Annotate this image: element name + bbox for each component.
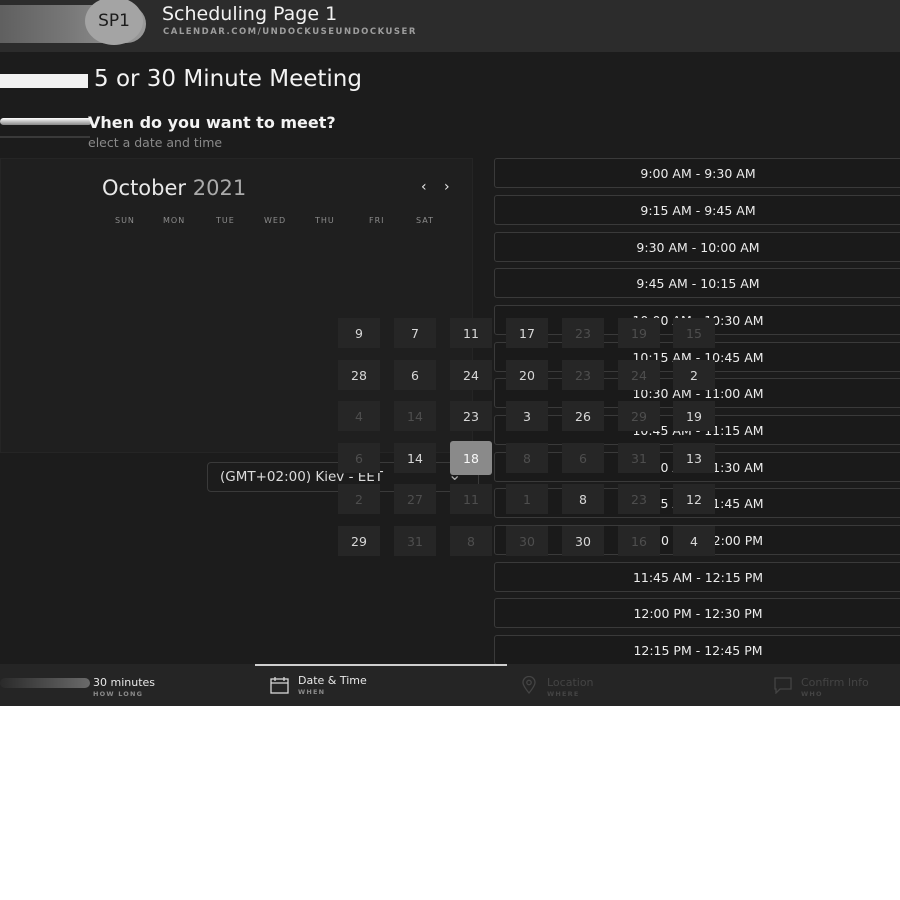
calendar-day[interactable]: 2 (338, 484, 380, 514)
when-subtitle: elect a date and time (88, 135, 223, 150)
tab-location-label: Location (547, 676, 594, 689)
weekday-label: FRI (369, 216, 385, 225)
time-slot-label: 9:15 AM - 9:45 AM (640, 203, 756, 218)
weekday-label: WED (264, 216, 287, 225)
calendar-day[interactable]: 6 (338, 443, 380, 473)
chevron-left-icon[interactable]: ‹ (421, 179, 427, 195)
calendar-day[interactable]: 12 (673, 484, 715, 514)
calendar-day-selected[interactable]: 18 (450, 441, 492, 475)
calendar-day[interactable]: 4 (338, 401, 380, 431)
weekday-label: THU (315, 216, 335, 225)
calendar-day[interactable]: 6 (562, 443, 604, 473)
calendar-day[interactable]: 29 (338, 526, 380, 556)
calendar-year: 2021 (192, 176, 247, 200)
calendar-day[interactable]: 15 (673, 318, 715, 348)
tab-confirm-label: Confirm Info (801, 676, 869, 689)
calendar-day[interactable]: 24 (450, 360, 492, 390)
calendar-month-label: October 2021 (102, 176, 246, 200)
calendar-day[interactable]: 9 (338, 318, 380, 348)
active-tab-indicator (255, 664, 507, 666)
calendar-day[interactable]: 8 (506, 443, 548, 473)
weekday-label: MON (163, 216, 186, 225)
calendar-day[interactable]: 19 (673, 401, 715, 431)
calendar-day[interactable]: 14 (394, 401, 436, 431)
calendar-day[interactable]: 30 (506, 526, 548, 556)
calendar-day[interactable]: 16 (618, 526, 660, 556)
subtitle-redaction-bar (0, 136, 90, 138)
calendar-day[interactable]: 11 (450, 484, 492, 514)
calendar-day[interactable]: 23 (562, 318, 604, 348)
chat-icon (774, 677, 792, 694)
calendar-day[interactable]: 2 (673, 360, 715, 390)
time-slot-label: 9:45 AM - 10:15 AM (636, 276, 760, 291)
time-slot[interactable]: 9:30 AM - 10:00 AM (494, 232, 900, 262)
calendar-day[interactable]: 19 (618, 318, 660, 348)
tab-redaction-bar (0, 678, 90, 688)
calendar-day[interactable]: 26 (562, 401, 604, 431)
calendar-icon (270, 677, 289, 694)
calendar-day[interactable]: 6 (394, 360, 436, 390)
calendar-day[interactable]: 29 (618, 401, 660, 431)
calendar-day[interactable]: 8 (450, 526, 492, 556)
calendar-day[interactable]: 30 (562, 526, 604, 556)
calendar-day[interactable]: 13 (673, 443, 715, 473)
tab-duration-sublabel: HOW LONG (93, 690, 144, 698)
calendar-day[interactable]: 8 (562, 484, 604, 514)
calendar-day[interactable]: 4 (673, 526, 715, 556)
time-slot-label: 9:30 AM - 10:00 AM (636, 240, 760, 255)
calendar-day[interactable]: 24 (618, 360, 660, 390)
calendar-day[interactable]: 28 (338, 360, 380, 390)
calendar-day[interactable]: 31 (618, 443, 660, 473)
calendar-day[interactable]: 23 (450, 401, 492, 431)
location-pin-icon (522, 676, 536, 694)
page-title: Scheduling Page 1 (162, 3, 338, 25)
chevron-right-icon[interactable]: › (444, 179, 450, 195)
calendar-day[interactable]: 23 (562, 360, 604, 390)
weekday-label: SAT (416, 216, 434, 225)
calendar-month: October (102, 176, 187, 200)
title-redaction-bar (0, 74, 88, 88)
calendar-day[interactable]: 17 (506, 318, 548, 348)
tab-location-sublabel: WHERE (547, 690, 580, 698)
time-slot[interactable]: 9:00 AM - 9:30 AM (494, 158, 900, 188)
header: SP1 Scheduling Page 1 CALENDAR.COM/UNDOC… (0, 0, 900, 52)
tab-date-time-label: Date & Time (298, 674, 367, 687)
calendar-day[interactable]: 7 (394, 318, 436, 348)
time-slot-label: 11:45 AM - 12:15 PM (632, 570, 764, 585)
calendar-day[interactable]: 11 (450, 318, 492, 348)
calendar-day[interactable]: 31 (394, 526, 436, 556)
when-question: Vhen do you want to meet? (88, 113, 336, 132)
time-slot[interactable]: 9:45 AM - 10:15 AM (494, 268, 900, 298)
calendar-day[interactable]: 27 (394, 484, 436, 514)
time-slot-label: 12:15 PM - 12:45 PM (633, 643, 763, 658)
calendar-day[interactable]: 20 (506, 360, 548, 390)
scheduling-app: SP1 Scheduling Page 1 CALENDAR.COM/UNDOC… (0, 0, 900, 706)
calendar-day[interactable]: 23 (618, 484, 660, 514)
time-slot[interactable]: 12:15 PM - 12:45 PM (494, 635, 900, 665)
time-slot[interactable]: 11:45 AM - 12:15 PM (494, 562, 900, 592)
weekday-label: TUE (216, 216, 235, 225)
meeting-title: 5 or 30 Minute Meeting (94, 66, 362, 92)
tab-date-time-sublabel: WHEN (298, 688, 326, 696)
step-tab-bar: 30 minutes HOW LONG Date & Time WHEN Loc… (0, 664, 900, 706)
time-slot-label: 9:00 AM - 9:30 AM (640, 166, 756, 181)
tab-confirm-sublabel: WHO (801, 690, 823, 698)
tab-duration-label: 30 minutes (93, 676, 156, 689)
calendar-day[interactable]: 3 (506, 401, 548, 431)
calendar-day[interactable]: 1 (506, 484, 548, 514)
time-slot[interactable]: 12:00 PM - 12:30 PM (494, 598, 900, 628)
time-slot-label: 12:00 PM - 12:30 PM (633, 606, 763, 621)
page-url[interactable]: CALENDAR.COM/UNDOCKUSEUNDOCKUSER (163, 27, 417, 37)
weekday-label: SUN (115, 216, 135, 225)
time-slot[interactable]: 9:15 AM - 9:45 AM (494, 195, 900, 225)
question-redaction-bar (0, 118, 92, 125)
calendar-day[interactable]: 14 (394, 443, 436, 473)
